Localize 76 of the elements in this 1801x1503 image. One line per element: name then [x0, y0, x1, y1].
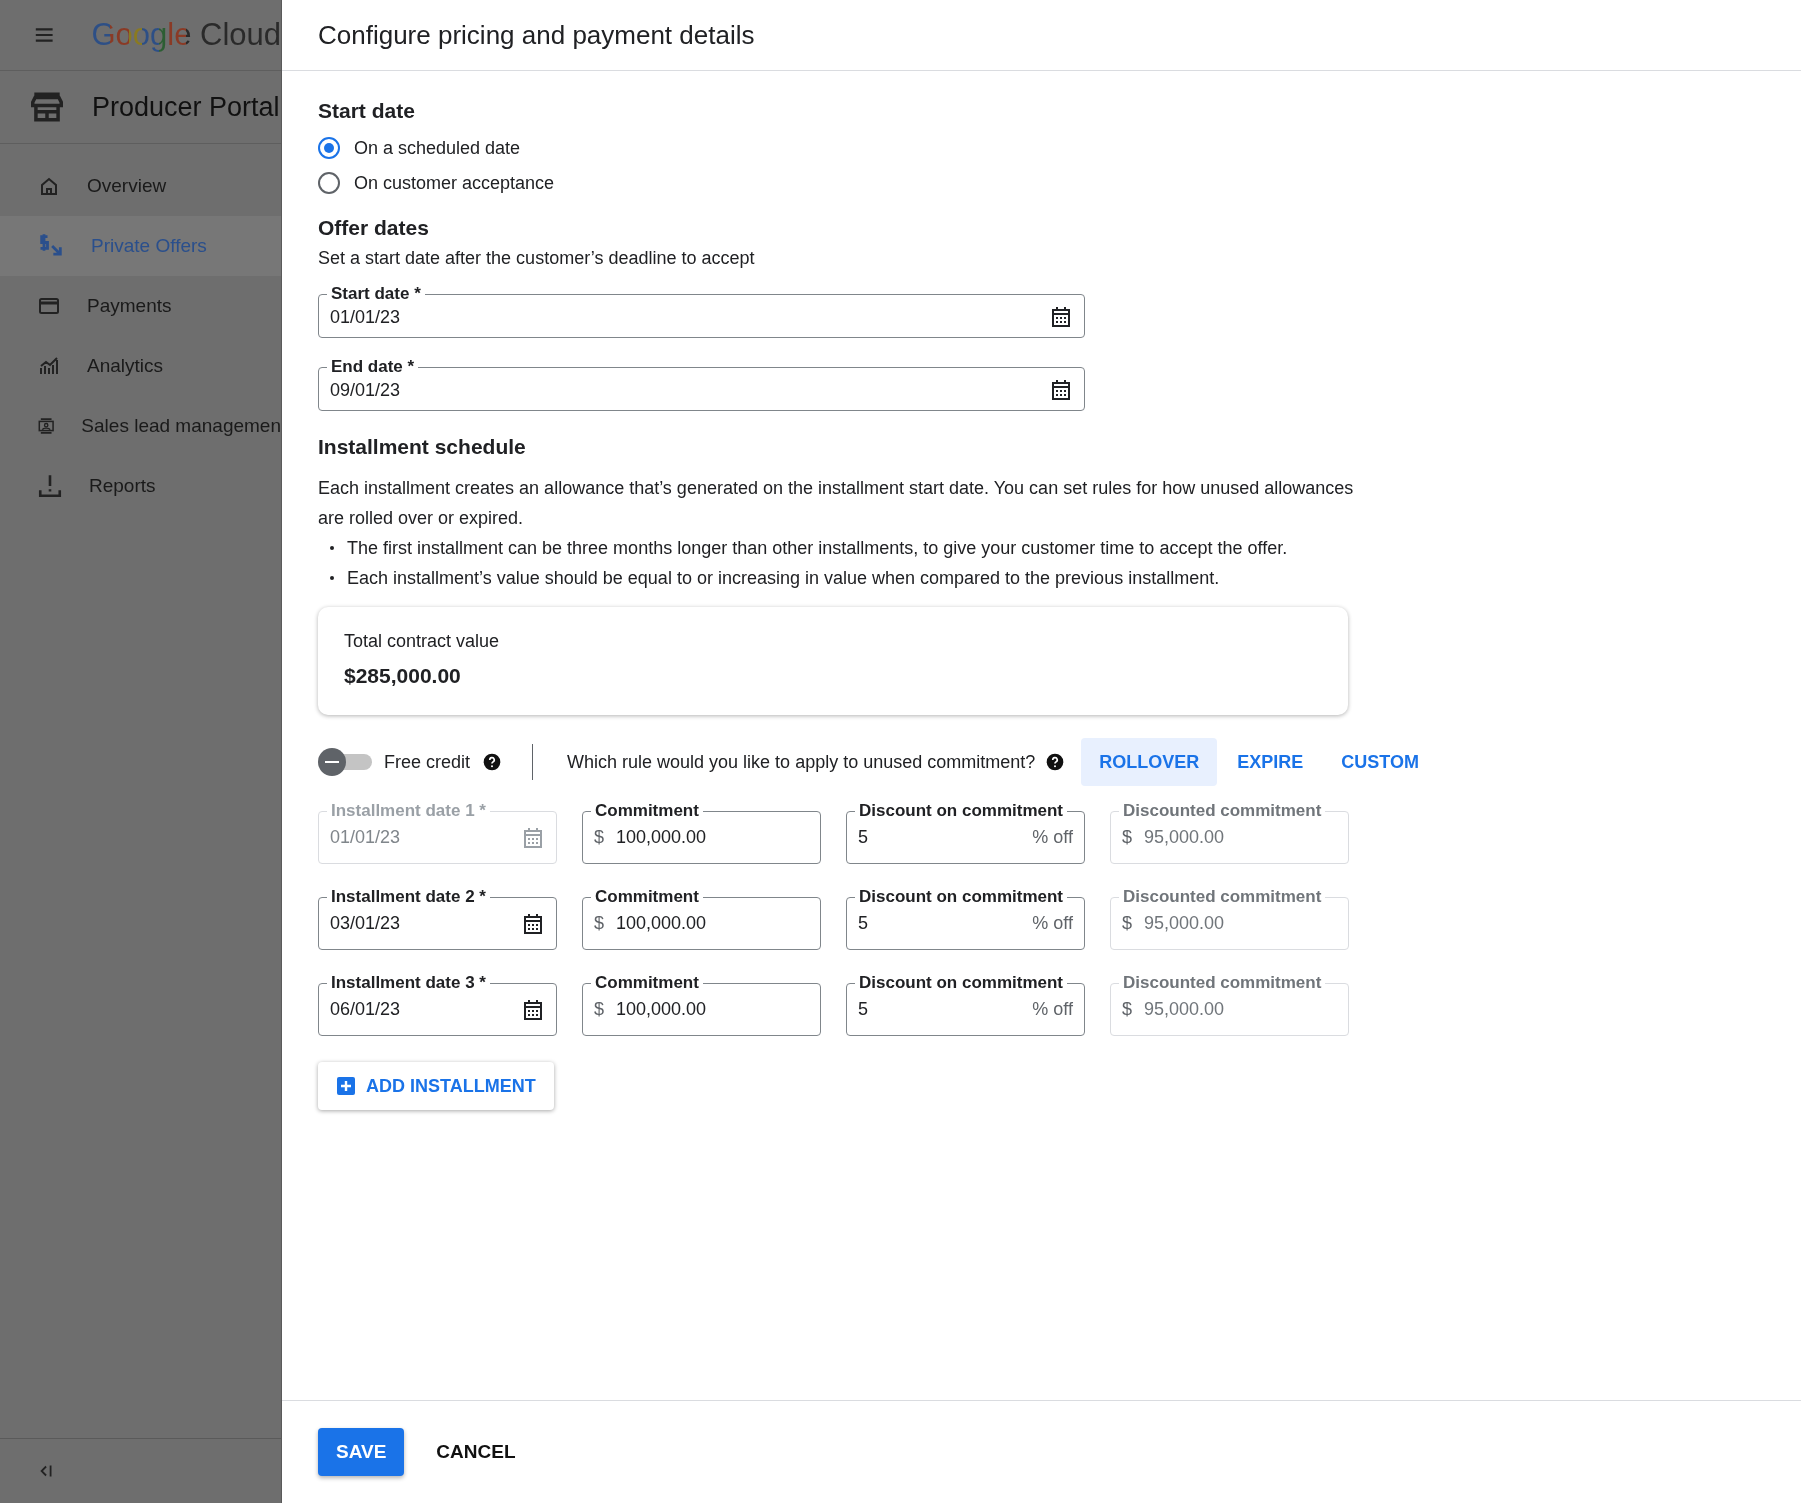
field-label: Discount on commitment	[858, 972, 1064, 994]
currency-symbol: $	[594, 999, 604, 1020]
rule-option-button[interactable]: ROLLOVER	[1081, 738, 1218, 786]
bullet-text: Each installment’s value should be equal to or increasing in value when compared to the previous installment.	[347, 567, 1220, 590]
currency-symbol: $	[594, 913, 604, 934]
help-icon[interactable]	[482, 752, 503, 772]
nav-item[interactable]: Analytics	[0, 336, 281, 396]
nav-item[interactable]: Payments	[0, 276, 281, 336]
field-value: 01/01/23	[330, 827, 402, 848]
field-value: 01/01/23	[330, 306, 402, 329]
radio-button[interactable]	[318, 172, 340, 194]
field-label: Discounted commitment	[1122, 800, 1323, 822]
field-label: Discount on commitment	[858, 800, 1064, 822]
currency-symbol: $	[1122, 827, 1132, 848]
field-label: End date *	[330, 356, 416, 378]
dialog-title: Configure pricing and payment details	[318, 19, 755, 51]
field-label: Installment date 2 *	[330, 886, 487, 908]
field-value: 100,000.00	[616, 827, 708, 848]
currency-symbol: $	[1122, 913, 1132, 934]
field-label: Start date *	[330, 283, 422, 305]
help-icon[interactable]	[1045, 752, 1066, 772]
field-value: 100,000.00	[616, 913, 708, 934]
calendar-icon[interactable]	[1049, 378, 1073, 402]
rule-question: Which rule would you like to apply to unused commitment?	[567, 751, 1036, 773]
field-label: Commitment	[594, 886, 700, 908]
field-value: 03/01/23	[330, 913, 402, 934]
field-value: 95,000.00	[1144, 827, 1226, 848]
save-button[interactable]: SAVE	[318, 1428, 405, 1476]
field-label: Discounted commitment	[1122, 886, 1323, 908]
total-label: Total contract value	[344, 631, 501, 652]
cancel-button[interactable]: CANCEL	[418, 1428, 534, 1476]
section-heading: Offer dates	[318, 216, 430, 240]
add-installment-button[interactable]: ADD INSTALLMENT	[318, 1062, 554, 1110]
field-label: Installment date 3 *	[330, 972, 487, 994]
field-label: Commitment	[594, 800, 700, 822]
section-heading: Start date	[318, 99, 416, 123]
field-value: 06/01/23	[330, 999, 402, 1020]
radio-button[interactable]	[318, 137, 340, 159]
field-value: 95,000.00	[1144, 999, 1226, 1020]
bullet-text: The first installment can be three months longer than other installments, to give your customer time to accept the offer.	[347, 537, 1288, 560]
plus-icon	[336, 1076, 356, 1096]
toggle-switch[interactable]	[318, 747, 372, 777]
field-label: Discount on commitment	[858, 886, 1064, 908]
field-suffix: % off	[1032, 913, 1073, 934]
field-label: Discounted commitment	[1122, 972, 1323, 994]
field-value: 5	[858, 913, 869, 934]
field-suffix: % off	[1032, 827, 1073, 848]
description-text: Each installment creates an allowance that’s generated on the installment start date. You can set rules for how unused allowances are rolled over or expired.	[318, 477, 1355, 530]
radio-label: On customer acceptance	[354, 172, 555, 194]
radio-label: On a scheduled date	[354, 137, 521, 159]
currency-symbol: $	[594, 827, 604, 848]
product-title: Producer Portal	[92, 91, 280, 123]
hint-text: Set a start date after the customer’s deadline to accept	[318, 248, 756, 269]
field-value: 100,000.00	[616, 999, 708, 1020]
field-value: 5	[858, 827, 869, 848]
section-heading: Installment schedule	[318, 435, 527, 459]
report-icon	[37, 473, 63, 499]
toggle-label: Free credit	[384, 751, 471, 773]
bullet-icon	[330, 546, 334, 550]
field-label: Commitment	[594, 972, 700, 994]
field-suffix: % off	[1032, 999, 1073, 1020]
calendar-icon[interactable]	[1049, 305, 1073, 329]
field-value: 5	[858, 999, 869, 1020]
currency-symbol: $	[1122, 999, 1132, 1020]
calendar-icon[interactable]	[521, 997, 545, 1022]
bullet-icon	[330, 576, 334, 580]
field-value: 95,000.00	[1144, 913, 1226, 934]
nav-item[interactable]: Overview	[0, 156, 281, 216]
nav-item[interactable]: Sales lead managemen	[0, 396, 281, 456]
rule-option-button[interactable]: EXPIRE	[1219, 738, 1322, 786]
rule-option-button[interactable]: CUSTOM	[1323, 738, 1437, 786]
total-value: $285,000.00	[344, 664, 462, 688]
calendar-icon[interactable]	[521, 911, 545, 936]
field-label: Installment date 1 *	[330, 800, 487, 822]
nav-item[interactable]: Reports	[0, 456, 281, 516]
field-value: 09/01/23	[330, 379, 402, 402]
